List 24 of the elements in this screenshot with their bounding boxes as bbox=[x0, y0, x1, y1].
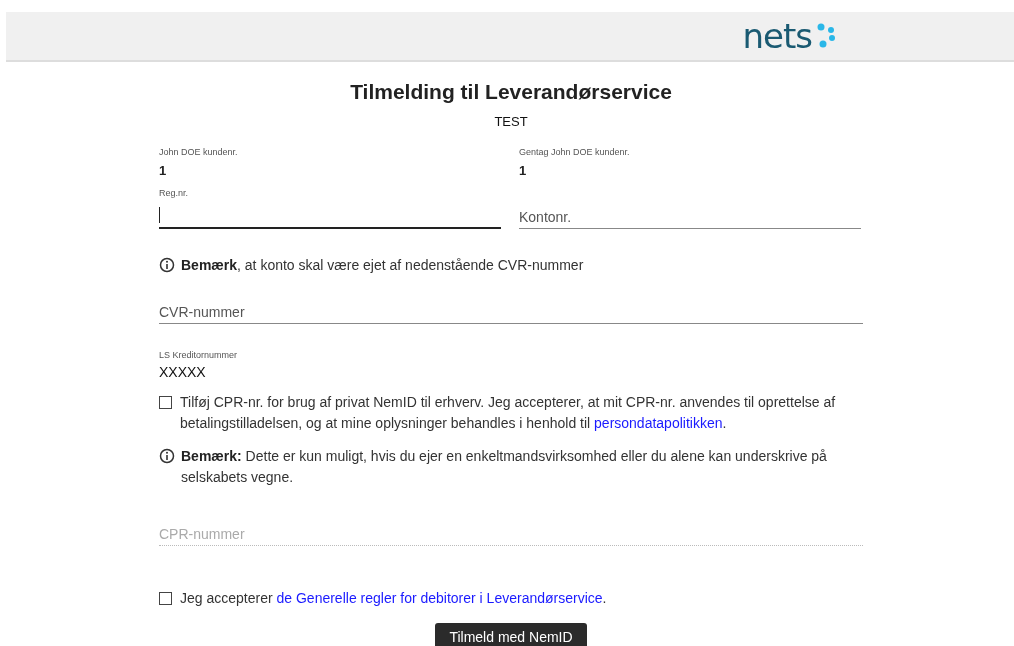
logo-text: nets bbox=[742, 19, 812, 53]
checkbox[interactable] bbox=[159, 592, 172, 605]
field-label: Gentag John DOE kundenr. bbox=[519, 147, 631, 157]
subtitle: TEST bbox=[494, 114, 528, 129]
info-icon bbox=[159, 257, 175, 273]
note-text: Bemærk, at konto skal være ejet af nedenstående CVR-nummer bbox=[181, 256, 584, 275]
field-label: Reg.nr. bbox=[159, 188, 190, 198]
note-text: Bemærk: Dette er kun muligt, hvis du ejer en enkeltmandsvirksomhed eller du alene kan underskrive på selskabets vegne. bbox=[181, 447, 828, 487]
policy-link[interactable]: de Generelle regler for debitorer i Leverandørservice bbox=[276, 590, 603, 606]
logo-dots-icon bbox=[816, 23, 836, 49]
field-value: 1 bbox=[159, 163, 168, 178]
input-field[interactable]: CVR-nummer bbox=[159, 300, 863, 324]
input-field[interactable]: Kontonr. bbox=[519, 205, 861, 229]
field-label: LS Kreditornummer bbox=[159, 350, 239, 360]
field-value: XXXXX bbox=[159, 364, 207, 380]
consent-text: Jeg accepterer de Generelle regler for debitorer i Leverandørservice. bbox=[180, 589, 607, 608]
consent-text: Tilføj CPR-nr. for brug af privat NemID til erhverv. Jeg accepterer, at mit CPR-nr. anvendes til oprettelse af betalingstilladelsen, og at mine oplysninger behandles i henhold til persondatapolitikken. bbox=[180, 393, 837, 433]
checkbox[interactable] bbox=[159, 396, 172, 409]
field-value: 1 bbox=[519, 163, 528, 178]
page-title: Tilmelding til Leverandørservice bbox=[350, 80, 672, 104]
field-label: John DOE kundenr. bbox=[159, 147, 239, 157]
submit-button[interactable]: Tilmeld med NemID bbox=[435, 623, 587, 646]
text-cursor bbox=[159, 207, 160, 223]
info-icon bbox=[159, 448, 175, 464]
